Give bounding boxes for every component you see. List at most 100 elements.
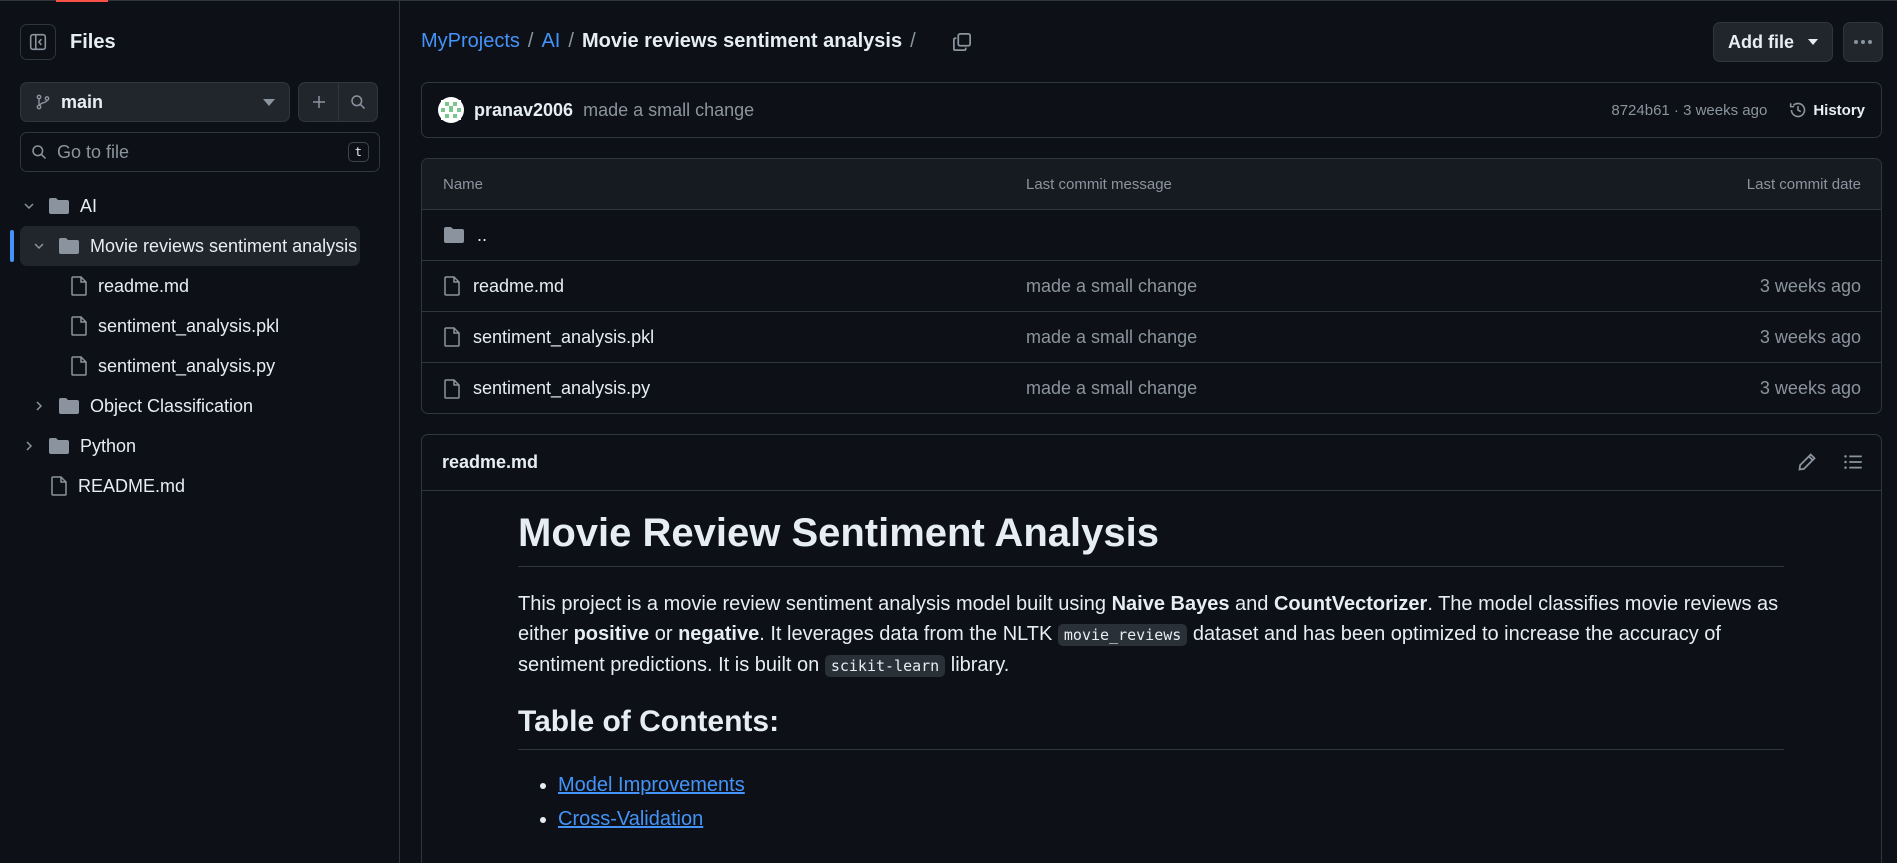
folder-icon [49, 438, 69, 454]
file-commit-message[interactable]: made a small change [1026, 327, 1197, 348]
git-branch-icon [36, 94, 50, 110]
commit-author[interactable]: pranav2006 [474, 100, 573, 121]
avatar[interactable] [438, 97, 464, 123]
file-name[interactable]: readme.md [473, 276, 564, 297]
add-file-label: Add file [1728, 31, 1794, 52]
parent-directory-link[interactable]: .. [443, 225, 487, 246]
readme-title: Movie Review Sentiment Analysis [518, 511, 1784, 567]
file-icon [51, 476, 67, 496]
chevron-down-icon[interactable] [20, 197, 38, 215]
tree-item-label: readme.md [98, 275, 190, 296]
file-name[interactable]: sentiment_analysis.py [473, 378, 650, 399]
branch-row: main [20, 82, 378, 122]
tree-item-readme[interactable]: readme.md [70, 266, 189, 306]
copy-path-button[interactable] [952, 32, 972, 52]
identicon-icon [441, 100, 461, 120]
history-icon [1790, 102, 1806, 118]
file-icon [71, 356, 87, 376]
inline-code: scikit-learn [824, 655, 946, 677]
copy-icon [952, 32, 971, 51]
tree-item-label: Movie reviews sentiment analysis [90, 235, 358, 256]
commit-message[interactable]: made a small change [583, 100, 754, 121]
history-button[interactable]: History [1789, 101, 1865, 119]
table-row[interactable]: sentiment_analysis.pkl made a small chan… [422, 312, 1881, 363]
breadcrumb-separator: / [527, 30, 534, 52]
sidebar-collapse-icon [29, 33, 47, 51]
breadcrumb-separator: / [568, 30, 574, 52]
readme-intro-paragraph: This project is a movie review sentiment… [518, 589, 1784, 681]
file-commit-date: 3 weeks ago [1759, 275, 1861, 296]
tree-item-python[interactable]: Python [20, 426, 136, 466]
file-icon [444, 378, 460, 399]
bold-text: Naive Bayes [1111, 593, 1230, 615]
readme-panel: readme.md Movie Review Sentiment Analysi… [421, 434, 1882, 863]
outline-button[interactable] [1843, 452, 1863, 477]
chevron-right-icon[interactable] [30, 397, 48, 415]
tree-item-label: sentiment_analysis.py [98, 355, 276, 376]
tree-item-movie-reviews[interactable]: Movie reviews sentiment analysis [20, 226, 360, 266]
collapse-sidebar-button[interactable] [20, 24, 56, 60]
file-commit-message[interactable]: made a small change [1026, 378, 1197, 399]
tree-item-pkl[interactable]: sentiment_analysis.pkl [70, 306, 279, 346]
selected-indicator [10, 230, 14, 262]
text: This project is a movie review sentiment… [518, 593, 1112, 615]
pencil-icon [1798, 453, 1816, 471]
table-row[interactable]: readme.md made a small change 3 weeks ag… [422, 261, 1881, 312]
file-tree-sidebar: Files main Go to file t AI Movie reviews… [0, 0, 400, 863]
tree-item-py[interactable]: sentiment_analysis.py [70, 346, 275, 386]
sidebar-actions [298, 82, 378, 122]
breadcrumb-current: Movie reviews sentiment analysis [581, 30, 903, 52]
add-file-button-small[interactable] [299, 83, 338, 121]
table-row[interactable]: sentiment_analysis.py made a small chang… [422, 363, 1881, 413]
more-options-button[interactable] [1843, 22, 1883, 62]
search-files-button[interactable] [338, 83, 377, 121]
bold-text: positive [573, 623, 650, 645]
readme-header: readme.md [422, 435, 1881, 491]
go-to-file-placeholder: Go to file [57, 141, 130, 162]
breadcrumb-separator: / [910, 30, 916, 52]
toc-heading: Table of Contents: [518, 705, 1784, 750]
commit-hash-time[interactable]: 8724b61 · 3 weeks ago [1611, 102, 1767, 119]
search-icon [351, 95, 366, 110]
latest-commit-bar: pranav2006 made a small change 8724b61 ·… [421, 82, 1882, 138]
search-icon [32, 145, 47, 160]
list-item: Cross-Validation [558, 802, 1784, 836]
file-name-cell[interactable]: readme.md [443, 276, 564, 297]
readme-toolbar [1797, 452, 1863, 477]
folder-icon [444, 227, 464, 243]
readme-filename[interactable]: readme.md [442, 452, 538, 473]
tree-item-label: README.md [78, 475, 186, 496]
file-commit-date: 3 weeks ago [1759, 326, 1861, 347]
folder-icon [59, 398, 79, 414]
table-row-parent[interactable]: .. [422, 210, 1881, 261]
text: and [1229, 593, 1274, 615]
breadcrumb-link-ai[interactable]: AI [541, 30, 560, 53]
parent-directory-label: .. [477, 224, 488, 245]
file-name-cell[interactable]: sentiment_analysis.py [443, 378, 650, 399]
tree-item-label: sentiment_analysis.pkl [98, 315, 280, 336]
add-file-button[interactable]: Add file [1713, 22, 1833, 62]
go-to-file-input[interactable]: Go to file t [20, 132, 380, 172]
chevron-down-icon[interactable] [30, 237, 48, 255]
text: or [649, 623, 679, 645]
branch-selector[interactable]: main [20, 82, 290, 122]
tree-item-root-readme[interactable]: README.md [50, 466, 185, 506]
tree-item-label: Object Classification [90, 395, 254, 416]
file-name-cell[interactable]: sentiment_analysis.pkl [443, 327, 654, 348]
toc-link-model-improvements[interactable]: Model Improvements [558, 774, 745, 796]
sidebar-title: Files [70, 30, 116, 53]
tree-item-ai[interactable]: AI [20, 186, 97, 226]
chevron-right-icon[interactable] [20, 437, 38, 455]
list-item: Model Improvements [558, 768, 1784, 802]
column-header-name: Name [443, 175, 484, 193]
kebab-horizontal-icon [1854, 40, 1872, 44]
edit-button[interactable] [1797, 452, 1817, 477]
breadcrumb-link-myprojects[interactable]: MyProjects [421, 30, 520, 53]
tree-item-label: Python [80, 435, 137, 456]
tree-item-object-classification[interactable]: Object Classification [30, 386, 253, 426]
history-label: History [1813, 101, 1865, 119]
file-name[interactable]: sentiment_analysis.pkl [473, 327, 654, 348]
file-commit-message[interactable]: made a small change [1026, 276, 1197, 297]
toc-link-cross-validation[interactable]: Cross-Validation [558, 808, 703, 830]
keyboard-shortcut-hint: t [347, 142, 369, 162]
